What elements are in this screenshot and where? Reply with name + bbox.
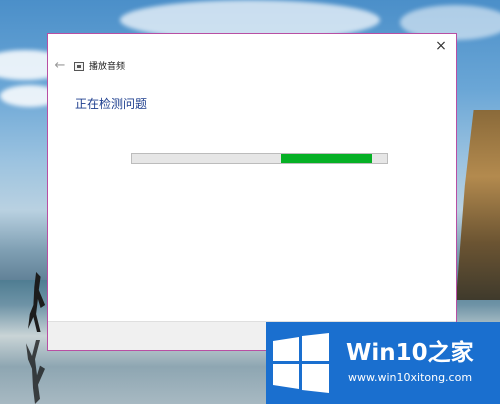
troubleshooter-window: × ← 播放音频 正在检测问题 xyxy=(47,33,457,351)
window-title: 播放音频 xyxy=(89,62,126,72)
desktop: × ← 播放音频 正在检测问题 Win10之家 www.win10xitong.… xyxy=(0,0,500,404)
troubleshooter-icon xyxy=(74,62,84,71)
watermark-logo: Win10之家 www.win10xitong.com xyxy=(266,322,500,404)
status-heading: 正在检测问题 xyxy=(75,97,148,111)
watermark-url: www.win10xitong.com xyxy=(348,371,473,384)
arrow-left-icon: ← xyxy=(54,58,66,73)
progress-bar xyxy=(131,153,388,164)
close-button[interactable]: × xyxy=(430,36,452,56)
watermark-brand: Win10之家 xyxy=(346,340,474,366)
back-button[interactable]: ← xyxy=(53,58,67,74)
progress-fill xyxy=(281,154,372,163)
windows-logo-icon xyxy=(273,333,329,393)
rock-cliff xyxy=(456,110,500,300)
close-icon: × xyxy=(435,38,447,54)
